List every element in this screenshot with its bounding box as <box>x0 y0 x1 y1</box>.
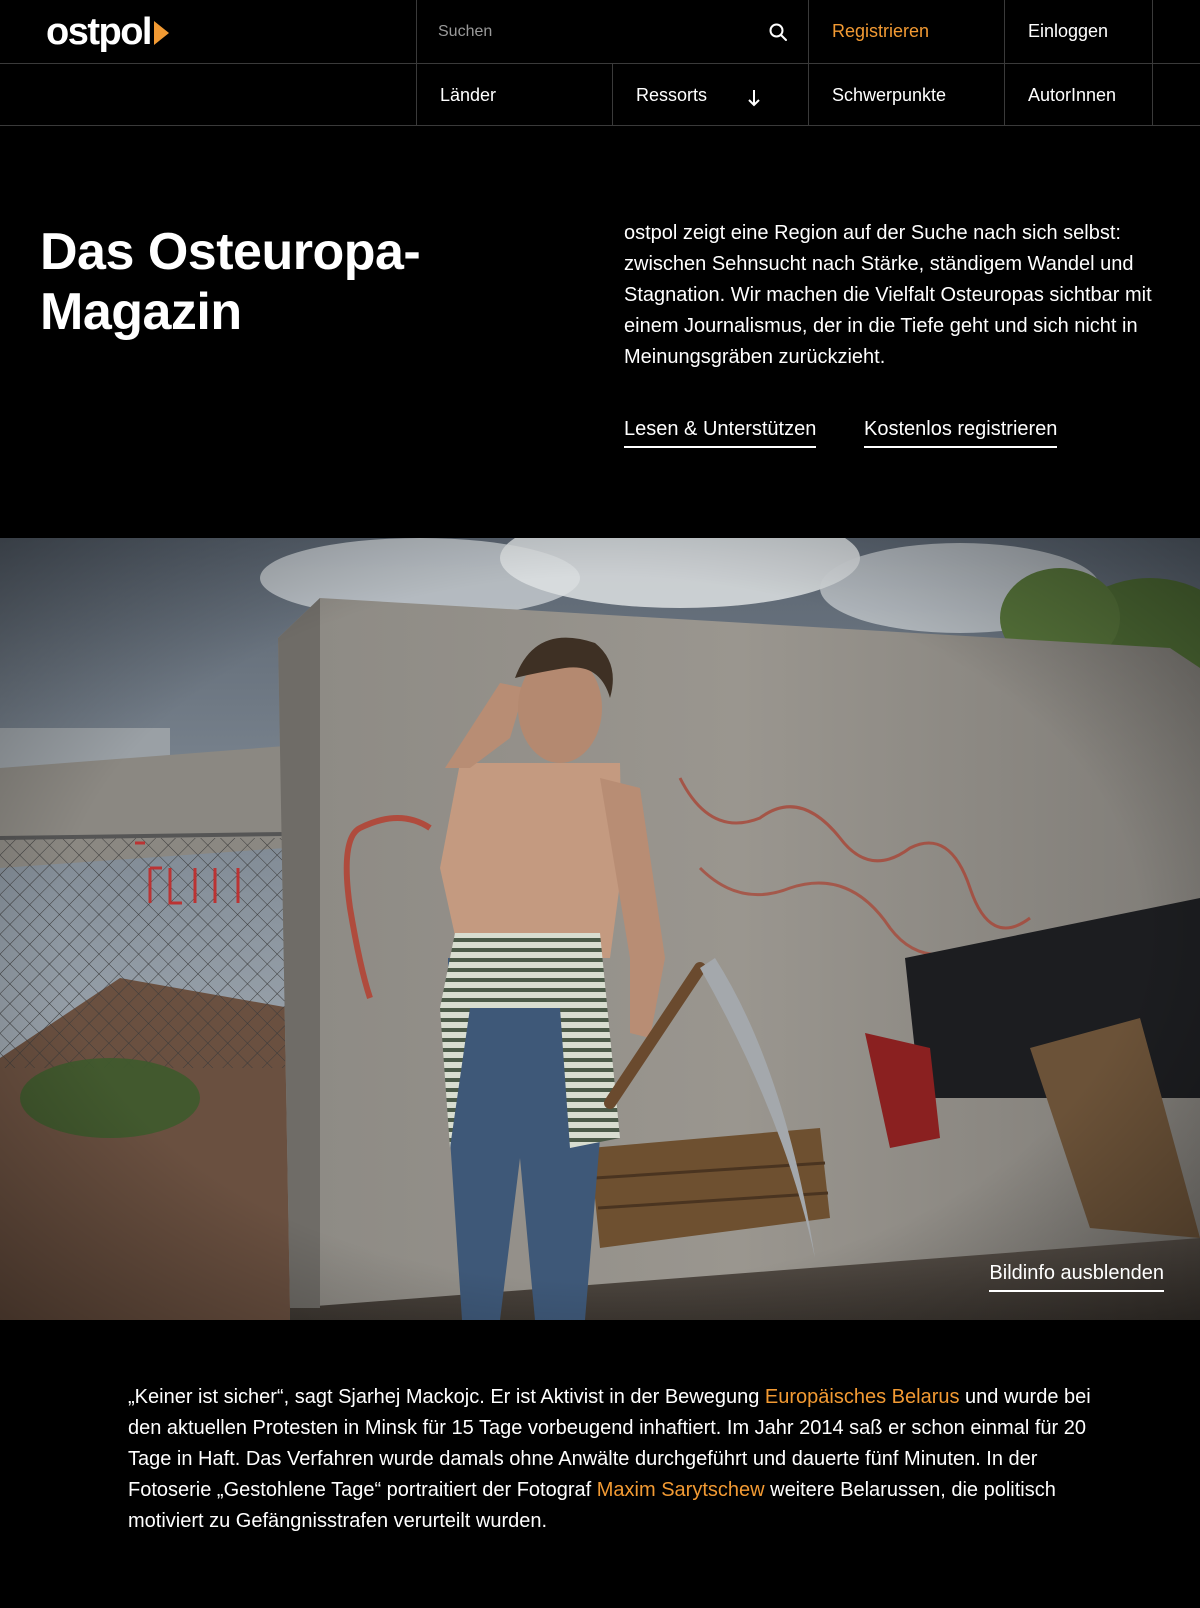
free-register-button[interactable]: Kostenlos registrieren <box>864 418 1058 448</box>
nav-item-focus[interactable]: Schwerpunkte <box>808 64 1004 126</box>
login-link[interactable]: Einloggen <box>1004 0 1152 63</box>
site-header: ostpol Registrieren Einloggen Länder Res… <box>0 0 1200 126</box>
hero-photo: Bildinfo ausblenden <box>0 538 1200 1320</box>
nav-item-ressorts-label: Ressorts <box>636 84 708 105</box>
caption-text: „Keiner ist sicher“, sagt Sjarhej Mackoj… <box>128 1386 765 1408</box>
nav-item-countries[interactable]: Länder <box>416 64 612 126</box>
hero-section: Das Osteuropa-Magazin ostpol zeigt eine … <box>0 126 1200 538</box>
search-box <box>416 0 808 63</box>
register-link[interactable]: Registrieren <box>808 0 1004 63</box>
ostpol-logo[interactable]: ostpol <box>46 12 169 52</box>
logo-text: ostpol <box>46 11 152 53</box>
intro-text: ostpol zeigt eine Region auf der Suche n… <box>624 222 1152 368</box>
search-input[interactable] <box>436 21 768 42</box>
divider <box>1152 0 1153 126</box>
page-title: Das Osteuropa-Magazin <box>40 223 421 341</box>
photo-illustration <box>0 538 1200 1320</box>
hide-image-info-toggle[interactable]: Bildinfo ausblenden <box>989 1262 1164 1292</box>
search-icon[interactable] <box>768 22 788 42</box>
photo-caption: „Keiner ist sicher“, sagt Sjarhej Mackoj… <box>128 1382 1118 1537</box>
arrow-down-icon <box>748 90 760 107</box>
logo-play-icon <box>153 21 169 45</box>
nav-item-authors[interactable]: AutorInnen <box>1004 64 1152 126</box>
link-photographer[interactable]: Maxim Sarytschew <box>597 1479 765 1501</box>
support-button[interactable]: Lesen & Unterstützen <box>624 418 817 448</box>
nav-item-ressorts[interactable]: Ressorts <box>612 64 808 126</box>
link-europaeisches-belarus[interactable]: Europäisches Belarus <box>765 1386 960 1408</box>
